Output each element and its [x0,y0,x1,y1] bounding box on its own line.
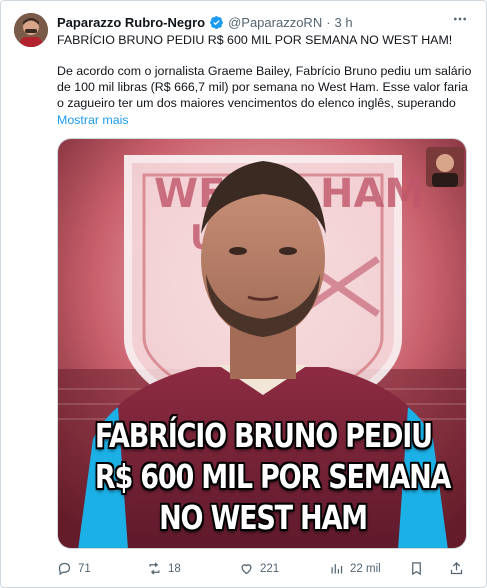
tweet-header: Paparazzo Rubro-Negro @PaparazzoRN · 3 h [57,13,353,31]
more-options-icon[interactable] [452,11,468,32]
like-button[interactable]: 221 [239,561,279,576]
share-icon [450,561,463,575]
verified-badge-icon [210,15,224,29]
like-icon [241,564,252,575]
show-more-link[interactable]: Mostrar mais [57,113,129,127]
author-handle[interactable]: @PaparazzoRN [228,15,322,30]
tweet-text: FABRÍCIO BRUNO PEDIU R$ 600 MIL POR SEMA… [57,32,477,111]
media-caption-line1: FABRÍCIO BRUNO PEDIU [94,416,433,455]
tweet-card[interactable]: Paparazzo Rubro-Negro @PaparazzoRN · 3 h… [0,0,487,588]
reply-button[interactable]: 71 [57,561,91,576]
author-avatar[interactable] [14,13,48,47]
media-caption-line2: R$ 600 MIL POR SEMANA [94,457,452,496]
tweet-timestamp[interactable]: 3 h [335,15,353,30]
retweet-button[interactable]: 18 [147,561,181,576]
bookmark-button[interactable] [409,561,424,576]
reply-count: 71 [78,562,91,575]
views-count: 22 mil [350,562,381,575]
separator-dot: · [326,14,331,30]
share-button[interactable] [449,561,464,576]
bookmark-icon [412,562,421,576]
views-button[interactable]: 22 mil [329,561,381,576]
views-icon [331,564,343,574]
media-caption-line3: NO WEST HAM [159,498,368,537]
author-name[interactable]: Paparazzo Rubro-Negro [57,15,205,30]
reply-icon [58,562,71,576]
retweet-count: 18 [168,562,181,575]
tweet-media-image[interactable]: WEST HAM U FAB [57,138,467,549]
tweet-body: De acordo com o jornalista Graeme Bailey… [57,64,472,110]
tweet-actions-bar: 71 18 221 22 mil [57,561,477,579]
crest-text-right: HAM [320,171,424,217]
retweet-icon [149,562,160,575]
tweet-headline: FABRÍCIO BRUNO PEDIU R$ 600 MIL POR SEMA… [57,33,453,47]
like-count: 221 [260,562,280,575]
